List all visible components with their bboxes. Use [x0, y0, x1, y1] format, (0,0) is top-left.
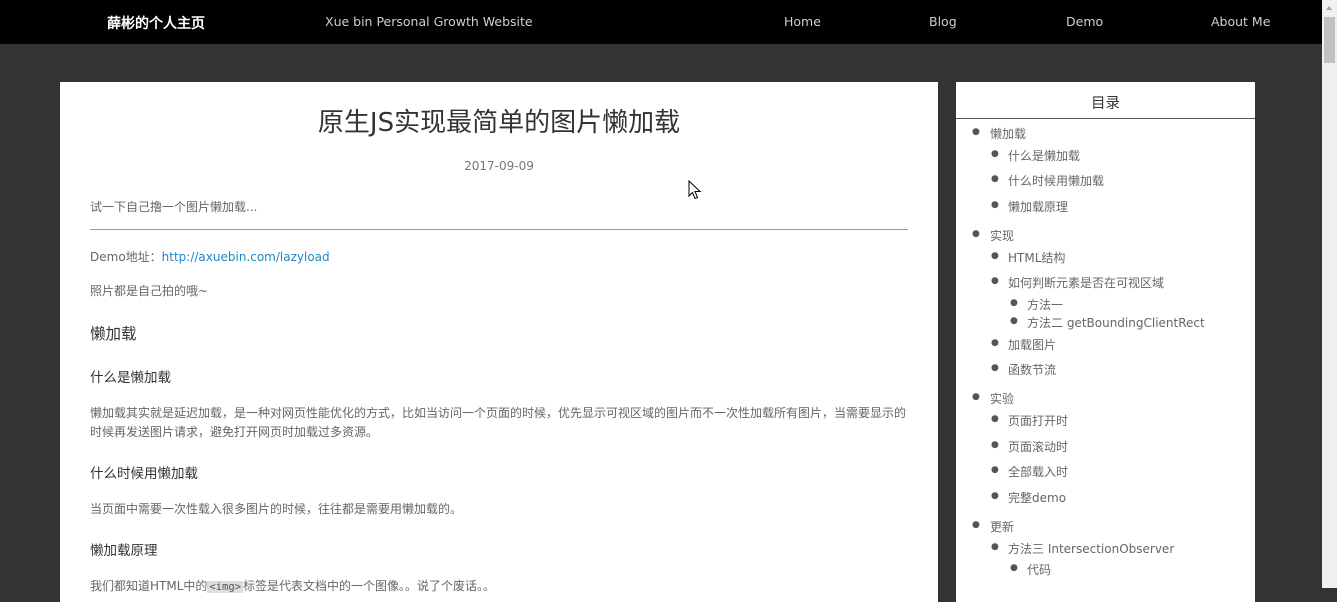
toc-item-all-loaded[interactable]: 全部载入时: [1008, 463, 1068, 480]
article-excerpt: 试一下自己撸一个图片懒加载...: [90, 200, 258, 214]
toc-bullet: ●: [972, 127, 980, 137]
paragraph-principle: 我们都知道HTML中的 <img> 标签是代表文档中的一个图像。。说了个废话。。: [90, 577, 910, 597]
toc-bullet: ●: [991, 542, 999, 552]
toc-item-experiment[interactable]: 实验: [990, 390, 1014, 407]
demo-label: Demo地址：: [90, 250, 162, 264]
toc-bullet: ●: [991, 338, 999, 348]
paragraph-what-is-lazy-load: 懒加载其实就是延迟加载，是一种对网页性能优化的方式，比如当访问一个页面的时候，优…: [90, 406, 907, 439]
toc-item-page-scroll[interactable]: 页面滚动时: [1008, 438, 1068, 455]
photo-note: 照片都是自己拍的哦~: [90, 284, 209, 298]
article-card: 原生JS实现最简单的图片懒加载 2017-09-09 试一下自己撸一个图片懒加载…: [60, 82, 938, 602]
site-brand[interactable]: 薛彬的个人主页: [107, 13, 205, 33]
nav-demo[interactable]: Demo: [1066, 14, 1103, 29]
toc-bullet: ●: [991, 149, 999, 159]
toc-bullet: ●: [1010, 563, 1018, 573]
toc-item-what-is[interactable]: 什么是懒加载: [1008, 147, 1080, 164]
toc-panel: 目录 ● 懒加载 ● 什么是懒加载 ● 什么时候用懒加载 ● 懒加载原理 ● 实…: [956, 82, 1255, 602]
toc-item-full-demo[interactable]: 完整demo: [1008, 489, 1066, 506]
toc-bullet: ●: [991, 363, 999, 373]
scrollbar-thumb[interactable]: [1324, 17, 1335, 63]
demo-address: Demo地址：http://axuebin.com/lazyload: [90, 248, 330, 265]
toc-item-method-one[interactable]: 方法一: [1027, 296, 1063, 313]
toc-bullet: ●: [972, 392, 980, 402]
toc-bullet: ●: [991, 251, 999, 261]
toc-bullet: ●: [991, 491, 999, 501]
excerpt-divider: [90, 229, 908, 230]
toc-bullet: ●: [991, 414, 999, 424]
demo-link[interactable]: http://axuebin.com/lazyload: [162, 250, 330, 264]
principle-text-start: 我们都知道HTML中的: [90, 579, 208, 593]
toc-item-method-three[interactable]: 方法三 IntersectionObserver: [1008, 540, 1174, 557]
top-navbar: 薛彬的个人主页 Xue bin Personal Growth Website …: [0, 0, 1322, 44]
toc-item-update[interactable]: 更新: [990, 518, 1014, 535]
site-tagline: Xue bin Personal Growth Website: [325, 14, 533, 29]
article-title: 原生JS实现最简单的图片懒加载: [317, 108, 681, 138]
nav-blog[interactable]: Blog: [929, 14, 957, 29]
toc-divider: [956, 118, 1255, 119]
toc-bullet: ●: [991, 174, 999, 184]
principle-text-end: 标签是代表文档中的一个图像。。说了个废话。。: [243, 579, 496, 593]
toc-item-in-viewport[interactable]: 如何判断元素是否在可视区域: [1008, 274, 1164, 291]
toc-bullet: ●: [991, 440, 999, 450]
mouse-cursor-icon: [688, 180, 701, 200]
toc-bullet: ●: [991, 465, 999, 475]
paragraph-when-to-use: 当页面中需要一次性载入很多图片的时候，往往都是需要用懒加载的。: [90, 502, 463, 516]
nav-home[interactable]: Home: [784, 14, 821, 29]
toc-bullet: ●: [1010, 316, 1018, 326]
heading-principle: 懒加载原理: [90, 543, 158, 559]
toc-bullet: ●: [991, 200, 999, 210]
heading-what-is-lazy-load: 什么是懒加载: [90, 370, 171, 386]
toc-item-page-open[interactable]: 页面打开时: [1008, 412, 1068, 429]
toc-item-when-to-use[interactable]: 什么时候用懒加载: [1008, 172, 1104, 189]
toc-item-method-two[interactable]: 方法二 getBoundingClientRect: [1027, 314, 1205, 331]
page-scrollbar[interactable]: [1322, 0, 1337, 588]
nav-about-me[interactable]: About Me: [1211, 14, 1270, 29]
img-tag-code: <img>: [207, 581, 244, 593]
toc-title: 目录: [1091, 96, 1120, 112]
toc-item-code[interactable]: 代码: [1027, 561, 1051, 578]
article-date: 2017-09-09: [464, 159, 534, 173]
toc-item-load-images[interactable]: 加载图片: [1008, 336, 1056, 353]
scroll-up-arrow-icon[interactable]: [1322, 0, 1337, 17]
toc-bullet: ●: [972, 520, 980, 530]
toc-bullet: ●: [1010, 298, 1018, 308]
toc-bullet: ●: [991, 276, 999, 286]
heading-lazy-load: 懒加载: [90, 325, 137, 343]
toc-bullet: ●: [972, 229, 980, 239]
toc-item-principle[interactable]: 懒加载原理: [1008, 198, 1068, 215]
heading-when-to-use: 什么时候用懒加载: [90, 466, 198, 482]
toc-item-html-structure[interactable]: HTML结构: [1008, 249, 1065, 266]
toc-item-throttle[interactable]: 函数节流: [1008, 361, 1056, 378]
toc-item-implementation[interactable]: 实现: [990, 227, 1014, 244]
toc-item-lazy-load[interactable]: 懒加载: [990, 125, 1026, 142]
